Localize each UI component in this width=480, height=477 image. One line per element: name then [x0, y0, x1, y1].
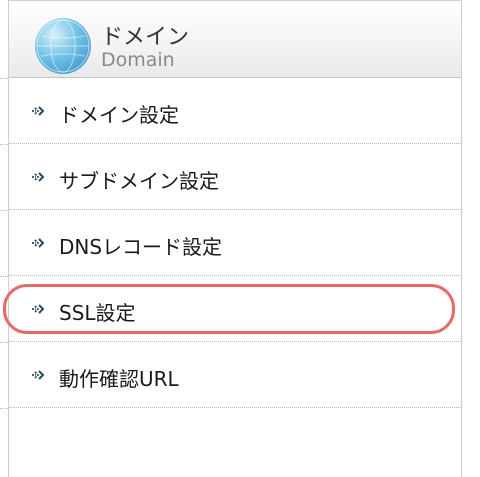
divider	[0, 342, 8, 343]
left-edge	[0, 0, 8, 477]
double-arrow-icon	[32, 370, 45, 380]
divider	[0, 144, 8, 145]
menu-item-domain-settings[interactable]: ドメイン設定	[9, 78, 461, 144]
menu-item-label: サブドメイン設定	[59, 169, 219, 193]
double-arrow-icon	[32, 172, 45, 182]
globe-icon	[35, 18, 91, 74]
panel-title: ドメイン	[101, 25, 190, 50]
double-arrow-icon	[32, 238, 45, 248]
menu-item-dns-record-settings[interactable]: DNSレコード設定	[9, 210, 461, 276]
menu-item-operation-check-url[interactable]: 動作確認URL	[9, 342, 461, 408]
divider	[0, 78, 8, 79]
divider	[0, 408, 8, 409]
menu-item-label: 動作確認URL	[59, 367, 179, 391]
menu-item-label: ドメイン設定	[59, 103, 179, 127]
divider	[0, 276, 8, 277]
panel-subtitle: Domain	[101, 49, 175, 71]
menu-item-subdomain-settings[interactable]: サブドメイン設定	[9, 144, 461, 210]
menu-item-ssl-settings[interactable]: SSL設定	[3, 276, 461, 342]
panel-header: ドメイン Domain	[9, 0, 461, 78]
menu-list: ドメイン設定 サブドメイン設定 DNSレコード設定 SSL設定 動作確認URL	[3, 78, 461, 408]
double-arrow-icon	[32, 106, 45, 116]
domain-menu-panel: ドメイン Domain ドメイン設定 サブドメイン設定 DNSレコード設定 SS…	[3, 0, 462, 477]
double-arrow-icon	[32, 304, 45, 314]
menu-item-label: SSL設定	[59, 301, 136, 325]
menu-item-label: DNSレコード設定	[59, 235, 223, 259]
divider	[0, 210, 8, 211]
